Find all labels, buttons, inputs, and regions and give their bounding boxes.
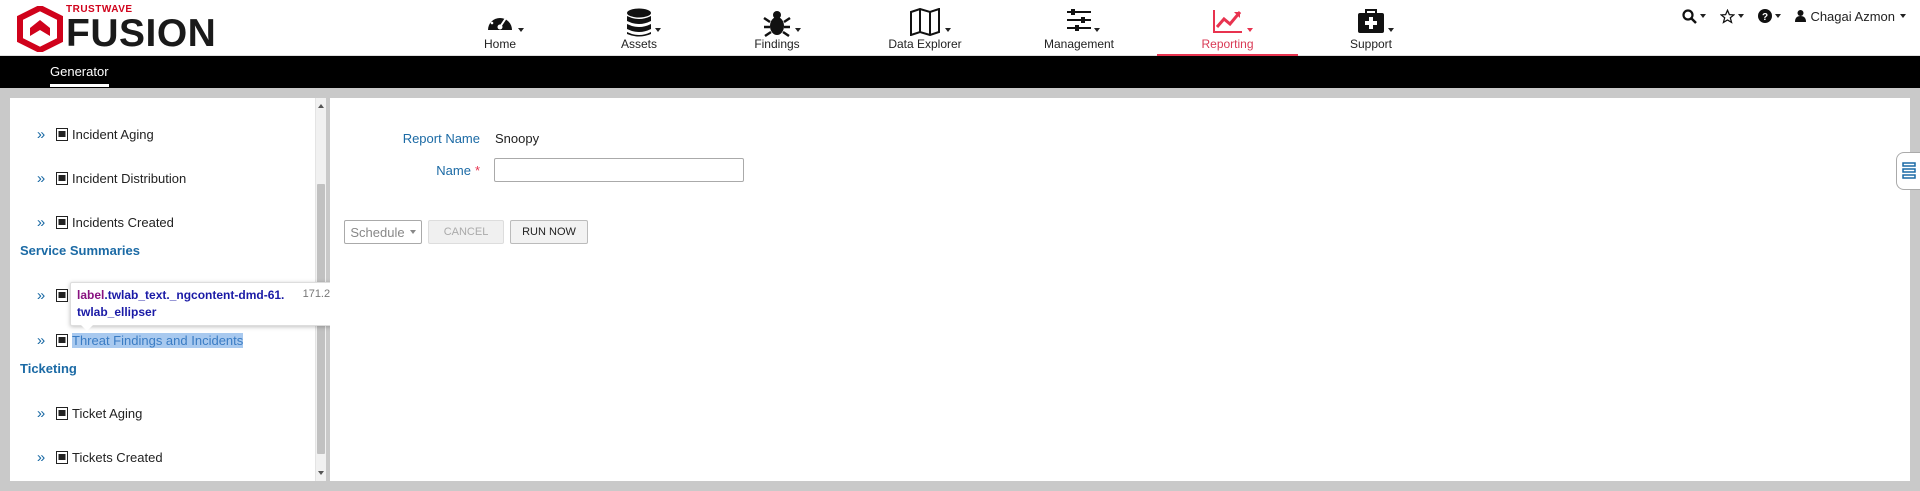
sliders-icon bbox=[1066, 8, 1092, 38]
header-utilities: ? Chagai Azmon bbox=[1668, 6, 1906, 26]
report-image-icon bbox=[56, 127, 68, 141]
inspect-tooltip: label.twlab_text._ngcontent-dmd-61.twlab… bbox=[70, 282, 370, 331]
search-icon bbox=[1682, 8, 1698, 24]
expand-chevron-icon[interactable]: » bbox=[30, 287, 52, 304]
report-image-icon bbox=[56, 288, 68, 302]
report-image-icon bbox=[56, 450, 68, 464]
nav-home-label: Home bbox=[483, 37, 516, 51]
sub-navigation: Generator bbox=[0, 56, 1920, 88]
line-chart-icon bbox=[1212, 8, 1244, 38]
nav-data-explorer[interactable]: Data Explorer bbox=[870, 0, 980, 56]
tree-item[interactable]: » Incidents Created bbox=[30, 212, 174, 232]
nav-reporting[interactable]: Reporting bbox=[1157, 0, 1298, 56]
user-name: Chagai Azmon bbox=[1810, 8, 1895, 24]
scroll-down-arrow-icon[interactable] bbox=[318, 471, 324, 475]
expand-chevron-icon[interactable]: » bbox=[30, 214, 52, 231]
help-menu[interactable]: ? bbox=[1758, 9, 1782, 23]
nav-support-label: Support bbox=[1349, 37, 1393, 51]
section-heading-ticketing: Ticketing bbox=[20, 361, 77, 376]
schedule-dropdown[interactable]: Schedule bbox=[344, 220, 422, 244]
nav-findings[interactable]: Findings bbox=[727, 0, 827, 56]
chevron-down-icon bbox=[1738, 14, 1745, 18]
tooltip-selector: label.twlab_text._ngcontent-dmd-61.twlab… bbox=[77, 287, 287, 321]
required-asterisk: * bbox=[474, 163, 480, 178]
nav-home[interactable]: Home bbox=[450, 0, 550, 56]
schedule-label: Schedule bbox=[350, 224, 405, 240]
nav-reporting-label: Reporting bbox=[1201, 37, 1254, 51]
run-now-button[interactable]: RUN NOW bbox=[510, 220, 588, 244]
nav-findings-label: Findings bbox=[754, 37, 800, 51]
nav-support[interactable]: Support bbox=[1321, 0, 1421, 56]
name-input[interactable] bbox=[494, 158, 744, 182]
report-form-panel: Report Name Snoopy Name * Schedule CANCEL… bbox=[330, 98, 1910, 481]
chevron-down-icon bbox=[409, 230, 416, 234]
tree-item-label: Ticket Aging bbox=[72, 405, 143, 421]
nav-data-explorer-label: Data Explorer bbox=[888, 37, 962, 51]
favorites-menu[interactable] bbox=[1720, 8, 1745, 24]
bug-icon bbox=[763, 8, 791, 38]
brand-name: FUSION bbox=[66, 12, 217, 55]
panel-list-icon bbox=[1901, 162, 1916, 179]
report-image-icon bbox=[56, 406, 68, 420]
trustwave-logo-icon bbox=[17, 6, 63, 52]
tree-item[interactable]: » Incident Aging bbox=[30, 124, 154, 144]
user-menu[interactable]: Chagai Azmon bbox=[1795, 9, 1906, 24]
cancel-button[interactable]: CANCEL bbox=[428, 220, 504, 244]
help-icon: ? bbox=[1758, 9, 1773, 23]
tree-item[interactable]: » Incident Distribution bbox=[30, 168, 186, 188]
tree-item[interactable]: » Ticket Aging bbox=[30, 403, 143, 423]
chevron-down-icon bbox=[795, 28, 801, 32]
tree-item-label-selected: Threat Findings and Incidents bbox=[72, 332, 244, 348]
report-image-icon bbox=[56, 215, 68, 229]
tree-item-label: Incidents Created bbox=[72, 214, 174, 230]
scroll-up-arrow-icon[interactable] bbox=[318, 104, 324, 108]
chevron-down-icon bbox=[518, 28, 524, 32]
report-image-icon bbox=[56, 333, 68, 347]
tree-item[interactable]: » bbox=[30, 285, 72, 305]
chevron-down-icon bbox=[1700, 14, 1707, 18]
dashboard-icon bbox=[485, 8, 515, 38]
expand-chevron-icon[interactable]: » bbox=[30, 170, 52, 187]
nav-management-label: Management bbox=[1043, 37, 1115, 51]
tree-item-label: Tickets Created bbox=[72, 449, 163, 465]
name-label: Name * bbox=[370, 163, 480, 178]
database-icon bbox=[626, 8, 652, 38]
svg-text:?: ? bbox=[1762, 12, 1768, 23]
report-name-label: Report Name bbox=[402, 131, 480, 146]
tree-item[interactable]: » Threat Findings and Incidents bbox=[30, 330, 244, 350]
chevron-down-icon bbox=[1900, 14, 1906, 18]
side-panel-toggle[interactable] bbox=[1896, 152, 1920, 190]
tree-item-label: Incident Aging bbox=[72, 126, 154, 142]
tooltip-tag: label bbox=[77, 288, 105, 302]
tree-item[interactable]: » Tickets Created bbox=[30, 447, 163, 467]
chevron-down-icon bbox=[655, 28, 661, 32]
trustwave-fusion-logo[interactable]: TRUSTWAVE FUSION bbox=[16, 5, 217, 55]
expand-chevron-icon[interactable]: » bbox=[30, 126, 52, 143]
star-icon bbox=[1720, 8, 1736, 24]
report-name-value: Snoopy bbox=[495, 131, 540, 146]
user-icon bbox=[1795, 10, 1807, 22]
chevron-down-icon bbox=[1388, 28, 1394, 32]
expand-chevron-icon[interactable]: » bbox=[30, 405, 52, 422]
tab-generator[interactable]: Generator bbox=[50, 64, 109, 87]
chevron-down-icon bbox=[1247, 28, 1253, 32]
expand-chevron-icon[interactable]: » bbox=[30, 449, 52, 466]
top-header: TRUSTWAVE FUSION Home Assets Findings Da… bbox=[0, 0, 1920, 56]
report-image-icon bbox=[56, 171, 68, 185]
nav-management[interactable]: Management bbox=[1029, 0, 1129, 56]
tree-item-label: Incident Distribution bbox=[72, 170, 187, 186]
search-menu[interactable] bbox=[1682, 8, 1707, 24]
first-aid-kit-icon bbox=[1357, 8, 1385, 38]
chevron-down-icon bbox=[945, 28, 951, 32]
nav-assets-label: Assets bbox=[620, 37, 657, 51]
expand-chevron-icon[interactable]: » bbox=[30, 332, 52, 349]
tooltip-classes: .twlab_text._ngcontent-dmd-61.twlab_elli… bbox=[77, 288, 285, 319]
name-label-text: Name bbox=[436, 163, 471, 178]
section-heading-service-summaries: Service Summaries bbox=[20, 243, 140, 258]
chevron-down-icon bbox=[1094, 28, 1100, 32]
nav-assets[interactable]: Assets bbox=[589, 0, 689, 56]
chevron-down-icon bbox=[1775, 14, 1782, 18]
map-icon bbox=[909, 8, 941, 38]
